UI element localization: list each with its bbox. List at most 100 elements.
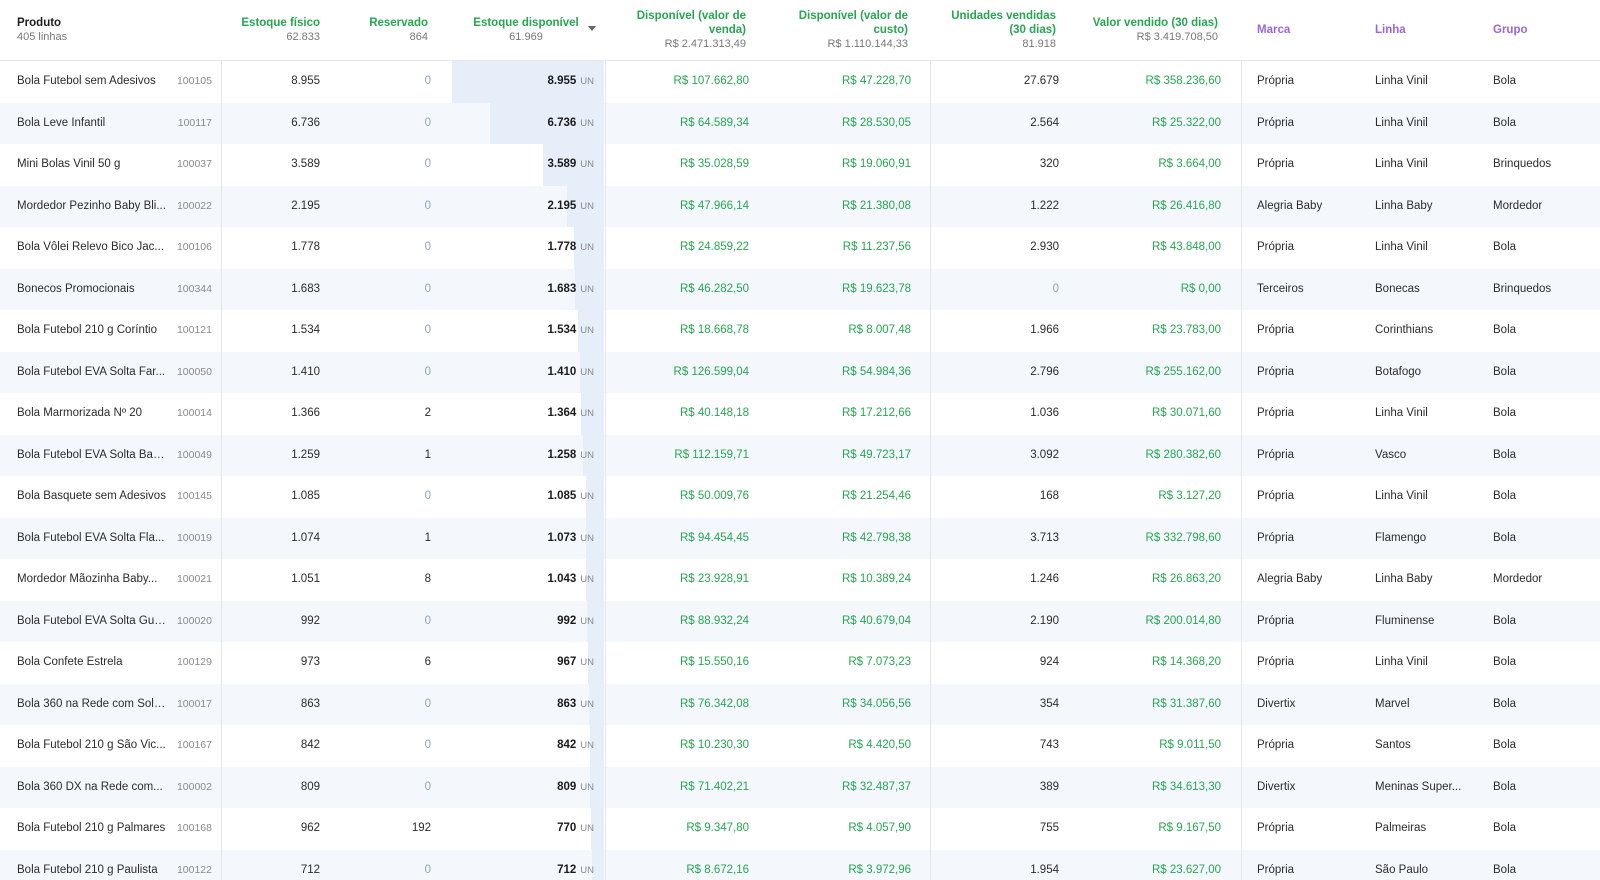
cell-valor-vendido: R$ 25.322,00: [1151, 116, 1221, 129]
table-row[interactable]: Bola Futebol 210 g Coríntio 100121 1.534 0 R…: [0, 310, 1600, 352]
cell-valor-vendido: R$ 3.127,20: [1158, 490, 1221, 502]
cell-reservado: 6: [424, 656, 431, 668]
unit-label: UN: [580, 781, 594, 793]
col-estoque-disponivel-total: 61.969: [509, 31, 543, 43]
cell-marca: Própria: [1257, 863, 1295, 876]
table-row[interactable]: Bola Basquete sem Adesivos 100145 1.085 0 R$…: [0, 476, 1600, 518]
table-row[interactable]: Bonecos Promocionais 100344 1.683 0 R$ 46.28…: [0, 268, 1600, 311]
table-row[interactable]: Bola Futebol EVA Solta Fla... 100019 1.074…: [0, 517, 1600, 560]
col-marca-label: Marca: [1257, 24, 1291, 36]
cell-disp-custo: R$ 21.380,08: [841, 199, 911, 212]
cell-estoque-disponivel: 842 UN: [471, 725, 594, 767]
cell-marca: Própria: [1257, 739, 1295, 751]
cell-produto[interactable]: Bola Futebol EVA Solta Fla...: [17, 518, 167, 560]
cell-produto[interactable]: Bola Confete Estrela: [17, 642, 167, 684]
table-row[interactable]: Bola Marmorizada Nº 20 100014 1.366 2 R$ 40.…: [0, 393, 1600, 435]
cell-produto[interactable]: Bola Leve Infantil: [17, 103, 167, 145]
table-row[interactable]: Bola Futebol sem Adesivos 100105 8.955 0 R$ …: [0, 61, 1600, 103]
col-estoque-fisico-label: Estoque físico: [241, 17, 320, 29]
cell-codigo: 100129: [176, 656, 212, 668]
cell-estoque-disponivel: 1.085 UN: [471, 476, 594, 518]
cell-estoque-disponivel: 992 UN: [471, 601, 594, 643]
cell-produto[interactable]: Bola Futebol 210 g Palmares: [17, 808, 167, 850]
cell-estoque-fisico: 6.736: [291, 116, 320, 129]
table-row[interactable]: Bola Futebol 210 g Paulista 100122 712 0 R$ …: [0, 849, 1600, 880]
cell-produto[interactable]: Bola 360 DX na Rede com...: [17, 767, 167, 809]
cell-disp-custo: R$ 17.212,66: [841, 407, 911, 419]
cell-estoque-disponivel: 1.073 UN: [471, 518, 594, 560]
table-row[interactable]: Bola Vôlei Relevo Bico Jac... 100106 1.778…: [0, 227, 1600, 269]
col-unidades-label-2: (30 dias): [1009, 24, 1056, 36]
cell-unidades-vendidas: 354: [1039, 697, 1059, 710]
col-valor-vendido-header[interactable]: Valor vendido (30 dias) R$ 3.419.708,50: [1070, 0, 1218, 60]
unit-label: UN: [580, 532, 594, 544]
col-disp-custo-header[interactable]: Disponível (valor de custo) R$ 1.110.144…: [768, 0, 908, 60]
table-row[interactable]: Mordedor Mãozinha Baby... 100021 1.051 8 R$ …: [0, 559, 1600, 601]
cell-produto[interactable]: Bola Marmorizada Nº 20: [17, 393, 167, 435]
cell-produto[interactable]: Bola Futebol 210 g Paulista: [17, 850, 167, 880]
col-grupo-header[interactable]: Grupo: [1493, 0, 1593, 60]
cell-reservado: 0: [424, 780, 431, 793]
table-row[interactable]: Bola Futebol EVA Solta Far... 100050 1.410…: [0, 351, 1600, 394]
col-estoque-disponivel-header[interactable]: Estoque disponível 61.969: [471, 0, 581, 60]
sort-desc-icon[interactable]: [588, 26, 596, 31]
available-qty: 1.778: [547, 241, 577, 253]
cell-marca: Terceiros: [1257, 282, 1304, 295]
cell-disp-venda: R$ 9.347,80: [686, 822, 749, 834]
cell-valor-vendido: R$ 3.664,00: [1158, 158, 1221, 170]
table-row[interactable]: Bola Futebol 210 g São Vic... 100167 842 0 R…: [0, 725, 1600, 767]
col-marca-header[interactable]: Marca: [1257, 0, 1357, 60]
table-row[interactable]: Mordedor Pezinho Baby Bli... 100022 2.195 0…: [0, 185, 1600, 228]
cell-produto[interactable]: Bola Futebol EVA Solta Far...: [17, 352, 167, 394]
cell-produto[interactable]: Bola Futebol 210 g São Vic...: [17, 725, 167, 767]
cell-grupo: Bola: [1493, 739, 1517, 751]
table-row[interactable]: Bola Confete Estrela 100129 973 6 R$ 15.550,…: [0, 642, 1600, 684]
table-row[interactable]: Bola Futebol EVA Solta Bas... 100049 1.259…: [0, 434, 1600, 477]
cell-valor-vendido: R$ 23.783,00: [1151, 324, 1221, 336]
table-row[interactable]: Bola 360 na Rede com Sola... 100017 863 0 R$…: [0, 683, 1600, 726]
table-row[interactable]: Mini Bolas Vinil 50 g 100037 3.589 0 R$ 35.0…: [0, 144, 1600, 186]
cell-valor-vendido: R$ 9.167,50: [1158, 822, 1221, 834]
cell-produto[interactable]: Bola 360 na Rede com Sola...: [17, 684, 167, 726]
cell-produto[interactable]: Bola Vôlei Relevo Bico Jac...: [17, 227, 167, 269]
cell-disp-venda: R$ 18.668,78: [679, 324, 749, 336]
cell-reservado: 1: [424, 531, 431, 544]
cell-produto[interactable]: Mordedor Pezinho Baby Bli...: [17, 186, 167, 228]
cell-reservado: 8: [424, 573, 431, 585]
available-qty: 6.736: [547, 116, 577, 129]
cell-codigo: 100021: [176, 573, 212, 585]
cell-estoque-disponivel: 6.736 UN: [471, 103, 594, 145]
cell-estoque-fisico: 1.778: [291, 241, 320, 253]
table-row[interactable]: Bola 360 DX na Rede com... 100002 809 0 R$ 7…: [0, 766, 1600, 809]
cell-codigo: 100002: [176, 780, 212, 793]
col-produto-header[interactable]: Produto 405 linhas: [17, 0, 187, 60]
cell-produto[interactable]: Bola Futebol EVA Solta Bas...: [17, 435, 167, 477]
column-divider: [605, 61, 606, 880]
cell-produto[interactable]: Bola Basquete sem Adesivos: [17, 476, 167, 518]
col-disp-venda-header[interactable]: Disponível (valor de venda) R$ 2.471.313…: [605, 0, 746, 60]
unit-label: UN: [580, 740, 594, 751]
table-row[interactable]: Bola Futebol EVA Solta Gua... 100020 992 0 R…: [0, 600, 1600, 643]
col-linha-header[interactable]: Linha: [1375, 0, 1475, 60]
table-row[interactable]: Bola Leve Infantil 100117 6.736 0 R$ 64.589,…: [0, 102, 1600, 145]
col-reservado-header[interactable]: Reservado 864: [330, 0, 428, 60]
cell-produto[interactable]: Bola Futebol 210 g Coríntio: [17, 310, 167, 352]
table-row[interactable]: Bola Futebol 210 g Palmares 100168 962 192 R…: [0, 808, 1600, 850]
cell-estoque-disponivel: 1.778 UN: [471, 227, 594, 269]
cell-disp-custo: R$ 19.060,91: [841, 158, 911, 170]
cell-produto[interactable]: Bonecos Promocionais: [17, 269, 167, 311]
cell-codigo: 100019: [176, 531, 212, 544]
cell-produto[interactable]: Bola Futebol sem Adesivos: [17, 61, 167, 103]
cell-marca: Própria: [1257, 656, 1295, 668]
cell-estoque-fisico: 2.195: [291, 199, 320, 212]
cell-estoque-fisico: 8.955: [291, 75, 320, 87]
cell-produto[interactable]: Mordedor Mãozinha Baby...: [17, 559, 167, 601]
unit-label: UN: [580, 449, 594, 461]
col-unidades-header[interactable]: Unidades vendidas (30 dias) 81.918: [930, 0, 1056, 60]
available-qty: 1.534: [547, 324, 577, 336]
cell-disp-venda: R$ 50.009,76: [679, 490, 749, 502]
cell-produto[interactable]: Mini Bolas Vinil 50 g: [17, 144, 167, 186]
cell-grupo: Bola: [1493, 614, 1517, 627]
cell-produto[interactable]: Bola Futebol EVA Solta Gua...: [17, 601, 167, 643]
col-estoque-fisico-header[interactable]: Estoque físico 62.833: [220, 0, 320, 60]
